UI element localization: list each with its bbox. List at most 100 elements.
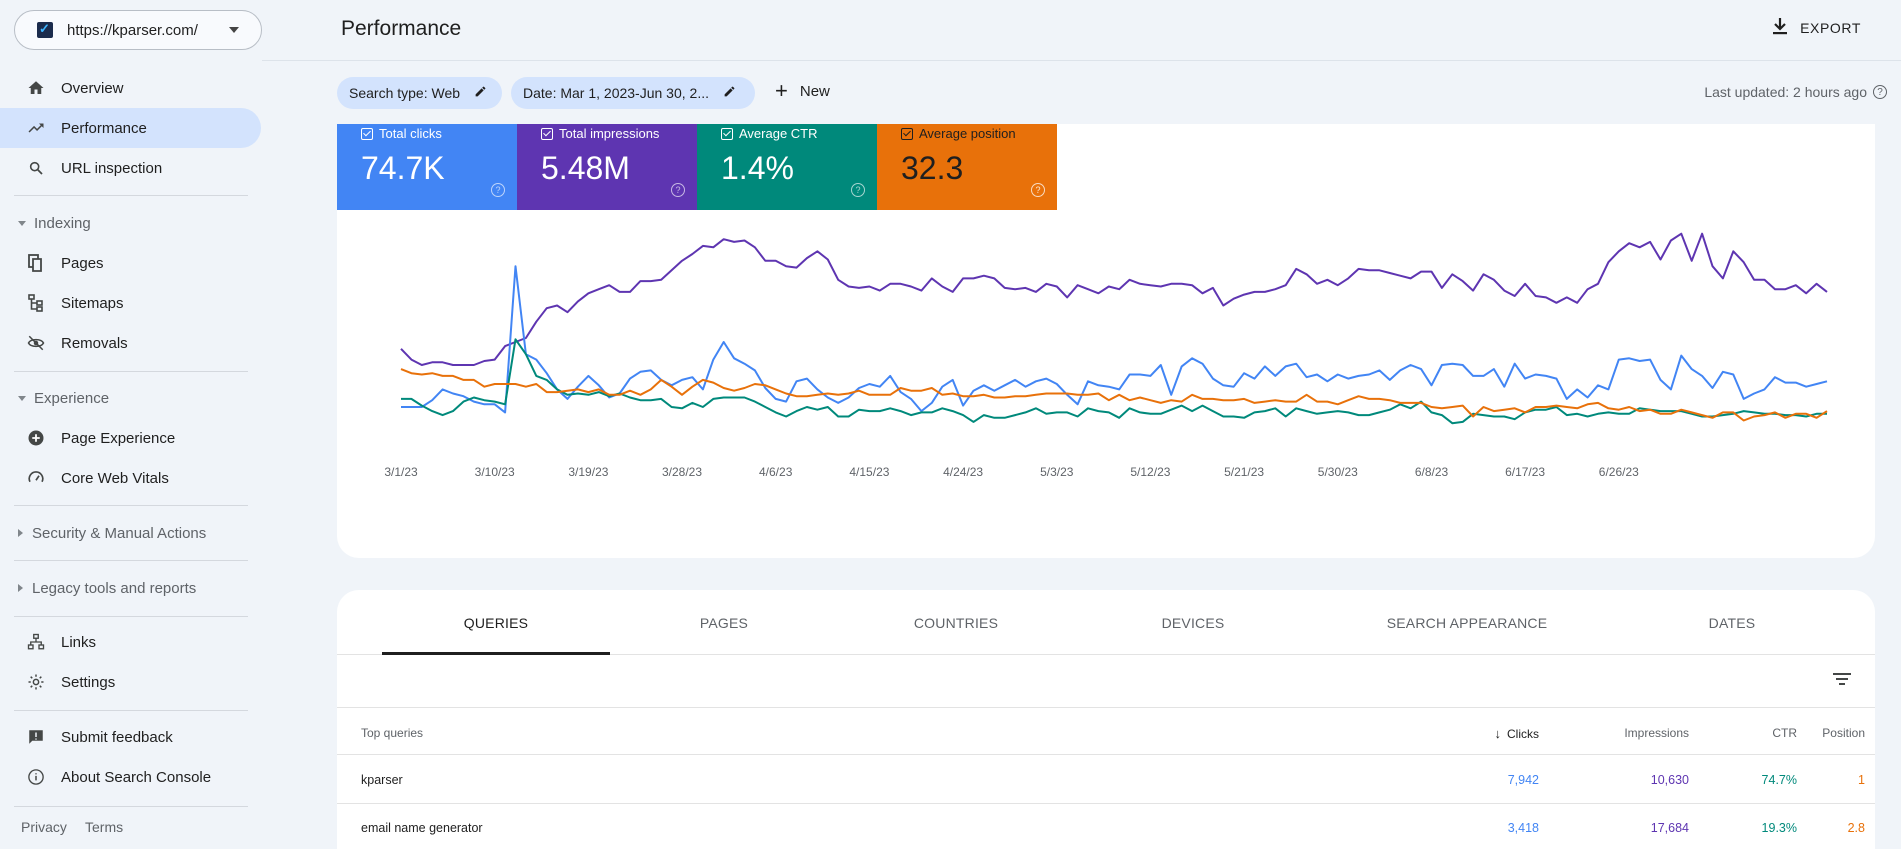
checkbox-icon[interactable] (901, 127, 913, 140)
export-label: EXPORT (1800, 19, 1861, 36)
clicks-cell: 3,418 (1507, 821, 1539, 835)
help-icon[interactable]: ? (1873, 85, 1887, 99)
section-indexing[interactable]: Indexing (18, 211, 91, 235)
tab-search-appearance[interactable]: SEARCH APPEARANCE (1312, 590, 1622, 655)
ctr-cell: 74.7% (1761, 773, 1797, 787)
section-experience[interactable]: Experience (18, 386, 109, 410)
nav-submit-feedback[interactable]: Submit feedback (0, 717, 261, 757)
tab-countries[interactable]: COUNTRIES (838, 590, 1074, 655)
nav-label: About Search Console (61, 768, 212, 786)
col-position[interactable]: Position (1797, 726, 1865, 740)
nav-label: Settings (61, 673, 116, 691)
x-tick-label: 3/28/23 (662, 465, 702, 479)
nav-label: Performance (61, 119, 147, 137)
home-icon (26, 78, 46, 98)
help-icon[interactable]: ? (671, 183, 685, 197)
help-icon[interactable]: ? (1031, 183, 1045, 197)
metric-average-position[interactable]: Average position 32.3 ? (877, 124, 1057, 210)
help-icon[interactable]: ? (851, 183, 865, 197)
nav-url-inspection[interactable]: URL inspection (0, 148, 261, 188)
chip-label: Date: Mar 1, 2023-Jun 30, 2... (523, 85, 709, 101)
x-tick-label: 4/24/23 (943, 465, 983, 479)
x-tick-label: 6/26/23 (1599, 465, 1639, 479)
metric-value: 32.3 (901, 150, 964, 186)
metric-average-ctr[interactable]: Average CTR 1.4% ? (697, 124, 877, 210)
last-updated-text: Last updated: 2 hours ago (1704, 84, 1867, 100)
clicks-cell: 7,942 (1507, 773, 1539, 787)
nav-overview[interactable]: Overview (0, 68, 261, 108)
gauge-icon (26, 468, 46, 488)
date-chip[interactable]: Date: Mar 1, 2023-Jun 30, 2... (511, 77, 755, 109)
nav-about[interactable]: About Search Console (0, 757, 261, 797)
section-label: Experience (34, 389, 110, 407)
divider (14, 505, 248, 506)
nav-core-web-vitals[interactable]: Core Web Vitals (0, 458, 261, 498)
tab-devices[interactable]: DEVICES (1074, 590, 1312, 655)
privacy-link[interactable]: Privacy (21, 819, 67, 835)
performance-line-chart: 3/1/23 3/10/23 3/19/23 3/28/23 4/6/23 4/15/23… (384, 232, 1828, 479)
sidebar: https://kparser.com/ Overview Performanc… (0, 0, 262, 849)
nav-label: URL inspection (61, 159, 163, 177)
pages-icon (26, 253, 46, 273)
results-table-card: QUERIES PAGES COUNTRIES DEVICES SEARCH A… (337, 590, 1875, 849)
new-filter-button[interactable]: + New (775, 80, 830, 102)
col-impressions[interactable]: Impressions (1557, 726, 1689, 740)
metric-label: Total impressions (559, 126, 660, 141)
checkbox-icon[interactable] (721, 127, 733, 140)
col-top-queries[interactable]: Top queries (361, 726, 423, 740)
tab-pages[interactable]: PAGES (610, 590, 838, 655)
nav-removals[interactable]: Removals (0, 323, 261, 363)
tab-queries[interactable]: QUERIES (382, 590, 610, 655)
col-clicks[interactable]: ↓ Clicks (1409, 726, 1540, 741)
download-icon (1772, 17, 1788, 38)
metric-label: Average CTR (739, 126, 818, 141)
property-selector[interactable]: https://kparser.com/ (14, 10, 262, 50)
nav-sitemaps[interactable]: Sitemaps (0, 283, 261, 323)
x-tick-label: 6/8/23 (1415, 465, 1449, 479)
x-tick-label: 5/21/23 (1224, 465, 1264, 479)
header-divider (262, 60, 1901, 61)
nav-links[interactable]: Links (0, 622, 261, 662)
sort-down-arrow-icon: ↓ (1494, 726, 1502, 741)
collapse-icon (18, 395, 26, 401)
divider (14, 371, 248, 372)
query-cell: email name generator (361, 821, 483, 835)
help-icon[interactable]: ? (491, 183, 505, 197)
export-button[interactable]: EXPORT (1772, 17, 1861, 38)
metric-total-impressions[interactable]: Total impressions 5.48M ? (517, 124, 697, 210)
checkbox-icon[interactable] (541, 127, 553, 140)
collapse-icon (18, 220, 26, 226)
nav-pages[interactable]: Pages (0, 243, 261, 283)
edit-icon (723, 85, 736, 101)
nav-page-experience[interactable]: Page Experience (0, 418, 261, 458)
position-cell: 2.8 (1847, 821, 1865, 835)
visibility-off-icon (26, 333, 46, 353)
x-tick-label: 3/19/23 (568, 465, 608, 479)
checkbox-icon[interactable] (361, 127, 373, 140)
section-label: Legacy tools and reports (32, 579, 197, 597)
filter-list-icon[interactable] (1833, 673, 1851, 687)
gear-icon (26, 672, 46, 692)
metric-total-clicks[interactable]: Total clicks 74.7K ? (337, 124, 517, 210)
section-security[interactable]: Security & Manual Actions (18, 521, 206, 545)
x-tick-label: 5/12/23 (1130, 465, 1170, 479)
performance-chart-card: Total clicks 74.7K ? Total impressions 5… (337, 124, 1875, 558)
table-row[interactable]: kparser 7,942 10,630 74.7% 1 (337, 756, 1875, 804)
metric-value: 74.7K (361, 150, 445, 186)
x-tick-label: 4/15/23 (849, 465, 889, 479)
section-legacy[interactable]: Legacy tools and reports (18, 576, 196, 600)
series-line-total-impressions (400, 232, 1828, 366)
table-row[interactable]: email name generator 3,418 17,684 19.3% … (337, 804, 1875, 849)
search-type-chip[interactable]: Search type: Web (337, 77, 502, 109)
divider (14, 560, 248, 561)
section-label: Security & Manual Actions (32, 524, 207, 542)
x-tick-label: 4/6/23 (759, 465, 793, 479)
nav-label: Links (61, 633, 97, 651)
col-ctr[interactable]: CTR (1717, 726, 1797, 740)
metric-value: 5.48M (541, 150, 630, 186)
terms-link[interactable]: Terms (85, 819, 123, 835)
nav-settings[interactable]: Settings (0, 662, 261, 702)
tab-dates[interactable]: DATES (1622, 590, 1842, 655)
sitemap-icon (26, 293, 46, 313)
nav-performance[interactable]: Performance (0, 108, 261, 148)
